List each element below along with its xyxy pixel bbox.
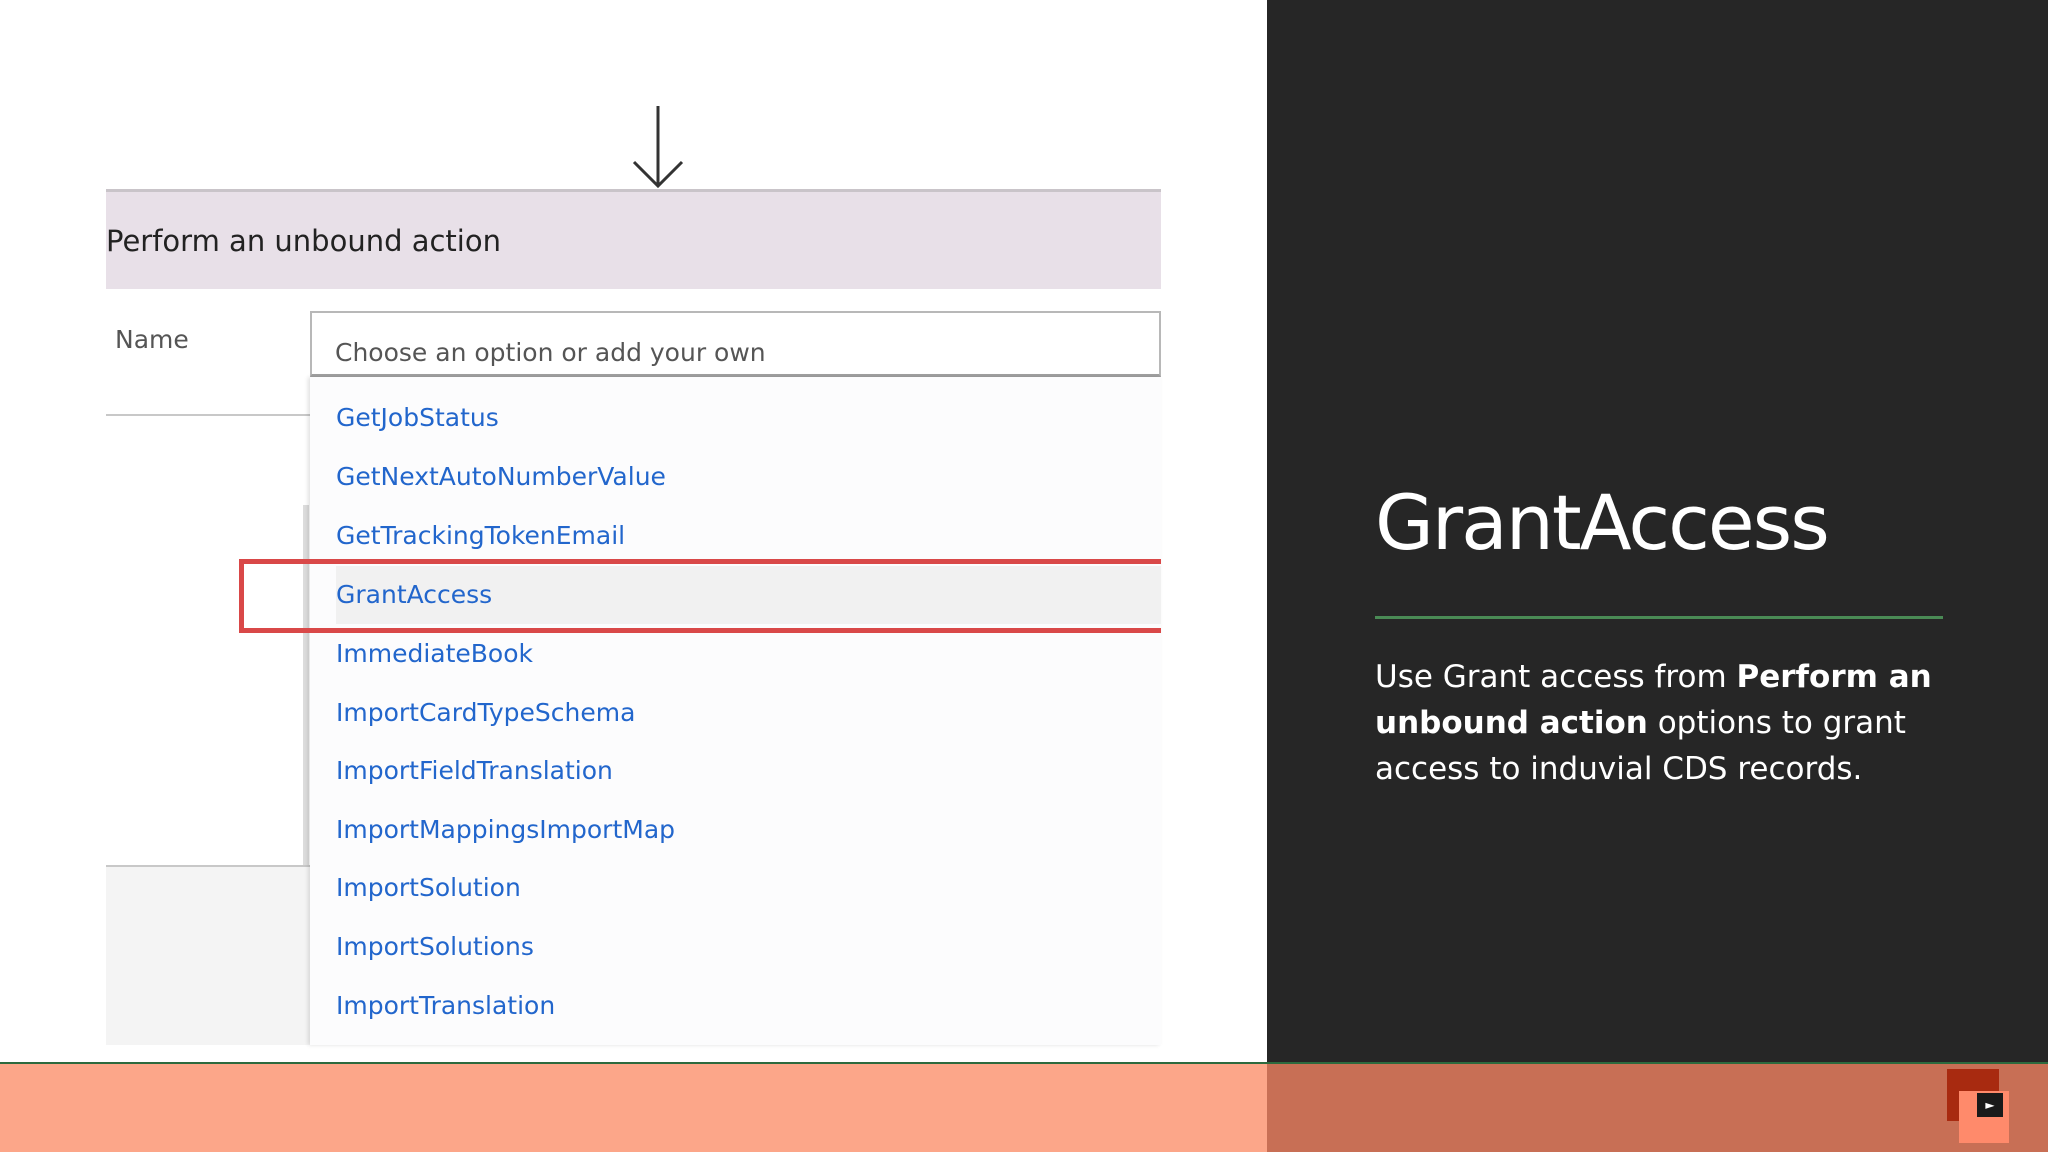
name-label: Name xyxy=(115,325,189,354)
arrow-down-icon xyxy=(632,106,684,189)
option-get-job-status[interactable]: GetJobStatus xyxy=(336,389,1161,447)
option-grant-access[interactable]: GrantAccess xyxy=(336,566,1161,624)
play-icon[interactable]: ► xyxy=(1977,1093,2003,1117)
option-import-solutions[interactable]: ImportSolutions xyxy=(336,918,1161,976)
option-import-translation[interactable]: ImportTranslation xyxy=(336,977,1161,1035)
footer-bar-right xyxy=(1267,1062,2048,1152)
footer-bar-left xyxy=(0,1062,1267,1152)
action-title: Perform an unbound action xyxy=(106,224,501,258)
divider xyxy=(106,414,311,416)
dropdown-edge xyxy=(303,505,309,865)
option-import-solution[interactable]: ImportSolution xyxy=(336,859,1161,917)
play-badge[interactable]: ► xyxy=(1947,1069,2009,1149)
option-immediate-book[interactable]: ImmediateBook xyxy=(336,625,1161,683)
slide-body: Use Grant access from Perform an unbound… xyxy=(1375,654,1943,792)
diagram-panel: Perform an unbound action Name GetJobSta… xyxy=(0,0,1267,1062)
option-get-next-auto-number-value[interactable]: GetNextAutoNumberValue xyxy=(336,448,1161,506)
option-get-tracking-token-email[interactable]: GetTrackingTokenEmail xyxy=(336,507,1161,565)
body-text-pre: Use Grant access from xyxy=(1375,659,1737,695)
action-name-combobox[interactable] xyxy=(310,311,1161,377)
option-import-card-type-schema[interactable]: ImportCardTypeSchema xyxy=(336,684,1161,742)
option-import-field-translation[interactable]: ImportFieldTranslation xyxy=(336,742,1161,800)
slide-title: GrantAccess xyxy=(1375,478,1830,567)
title-rule xyxy=(1375,616,1943,619)
action-header: Perform an unbound action xyxy=(106,189,1161,289)
option-import-mappings-import-map[interactable]: ImportMappingsImportMap xyxy=(336,801,1161,859)
form-background xyxy=(106,867,311,1045)
options-dropdown: GetJobStatus GetNextAutoNumberValue GetT… xyxy=(310,377,1161,1045)
